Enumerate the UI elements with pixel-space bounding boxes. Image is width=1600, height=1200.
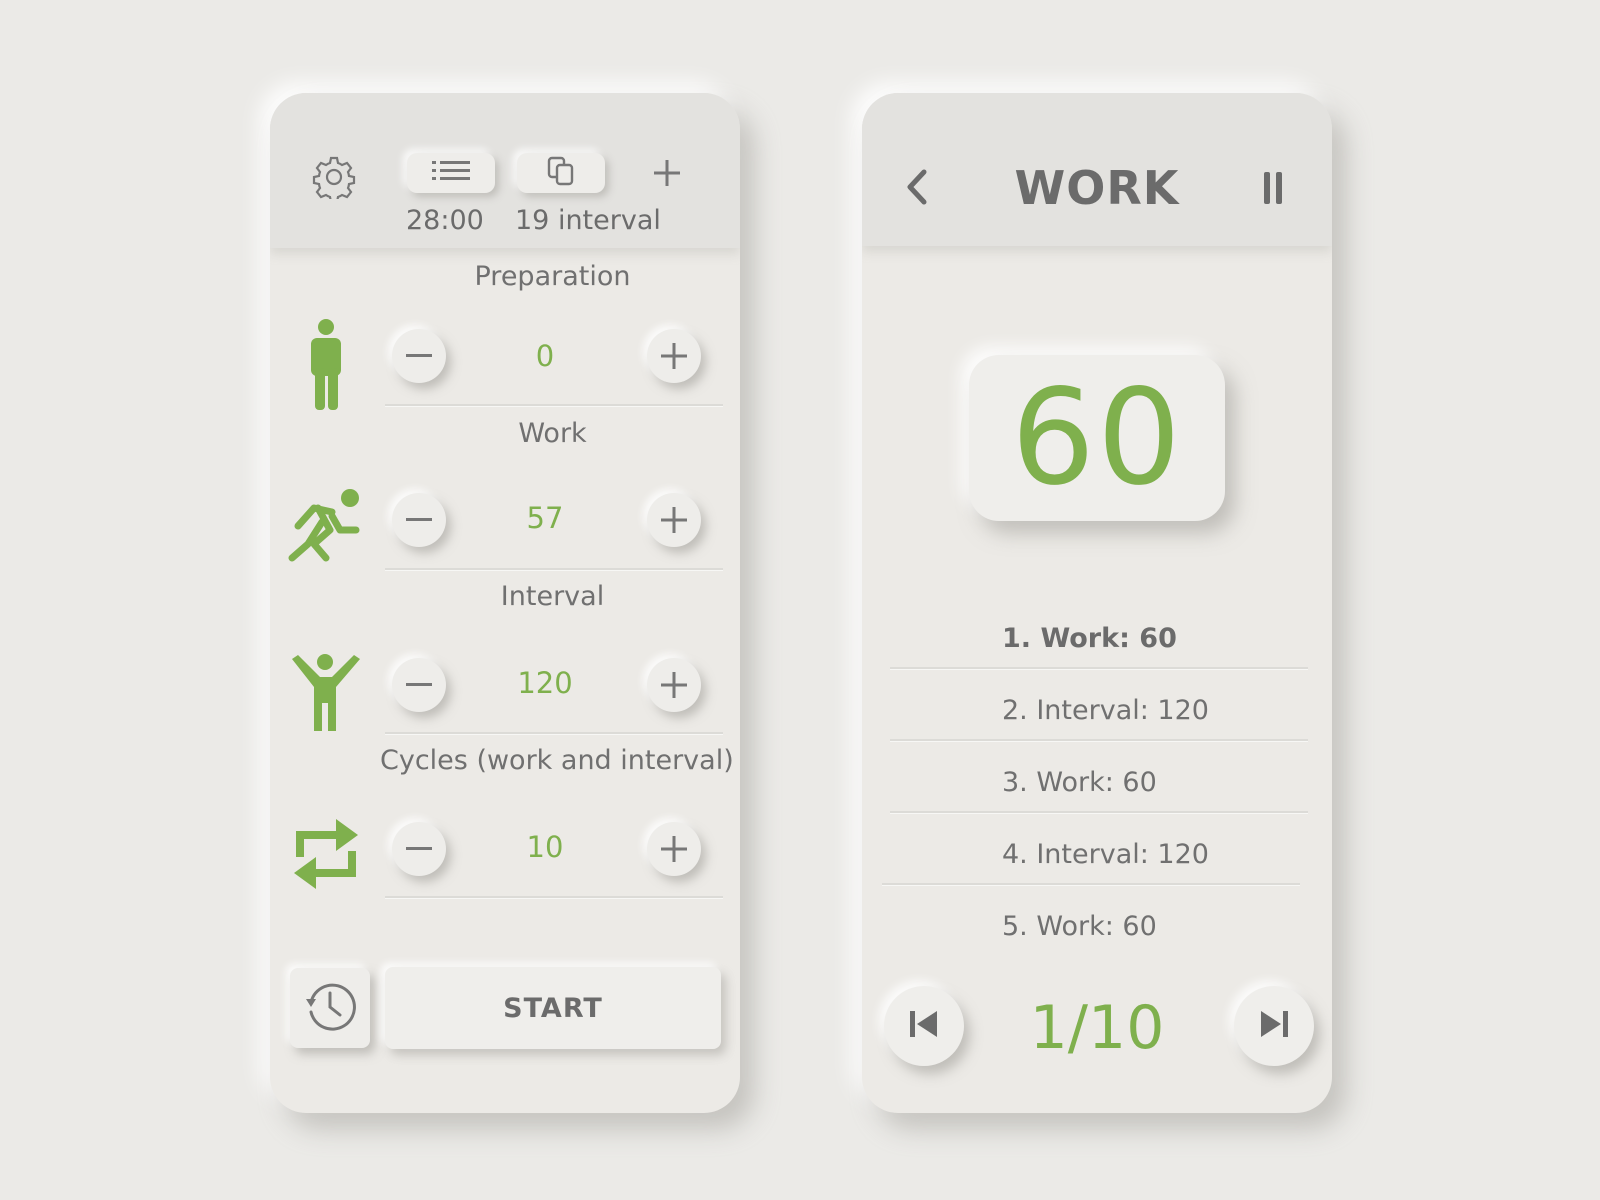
run-header: WORK	[862, 93, 1332, 246]
repeat-icon	[288, 815, 366, 907]
row-divider	[385, 404, 723, 407]
gear-icon[interactable]	[312, 155, 356, 204]
copy-icon	[547, 156, 575, 190]
setup-header: 28:00 19 interval	[270, 93, 740, 248]
sequence-divider	[882, 883, 1300, 886]
sequence-divider	[890, 667, 1308, 670]
start-button[interactable]: START	[385, 967, 721, 1049]
interval-label: Interval	[500, 581, 605, 612]
plus-icon[interactable]	[652, 158, 682, 188]
history-button[interactable]	[290, 968, 370, 1048]
arms-up-person-icon	[288, 653, 366, 745]
history-icon	[303, 979, 357, 1037]
standing-person-icon	[288, 318, 366, 410]
work-value[interactable]: 57	[450, 501, 640, 535]
cycles-plus-button[interactable]	[647, 822, 701, 876]
interval-count: 19 interval	[515, 205, 661, 236]
work-label: Work	[518, 418, 587, 449]
work-plus-button[interactable]	[647, 493, 701, 547]
cycles-label: Cycles (work and interval)	[380, 745, 734, 776]
preparation-value[interactable]: 0	[450, 339, 640, 373]
cycles-minus-button[interactable]	[392, 822, 446, 876]
list-icon	[432, 159, 470, 187]
sequence-item-1[interactable]: 1. Work: 60	[1002, 623, 1177, 654]
previous-button[interactable]	[884, 986, 964, 1066]
sequence-divider	[890, 811, 1308, 814]
sequence-item-2[interactable]: 2. Interval: 120	[1002, 695, 1209, 726]
running-person-icon	[288, 486, 366, 578]
tab-copy[interactable]	[517, 153, 605, 193]
back-icon[interactable]	[902, 166, 932, 208]
cycle-progress: 1/10	[1029, 993, 1165, 1063]
mode-title: WORK	[1014, 161, 1180, 215]
run-screen: WORK 60 1. Work: 60 2. Interval: 120 3. …	[862, 93, 1332, 1113]
interval-plus-button[interactable]	[647, 658, 701, 712]
interval-value[interactable]: 120	[450, 666, 640, 700]
cycles-value[interactable]: 10	[450, 830, 640, 864]
skip-previous-icon	[908, 1009, 940, 1043]
preparation-minus-button[interactable]	[392, 329, 446, 383]
sequence-item-4[interactable]: 4. Interval: 120	[1002, 839, 1209, 870]
preparation-label: Preparation	[474, 261, 631, 292]
pause-icon[interactable]	[1262, 168, 1286, 208]
interval-minus-button[interactable]	[392, 658, 446, 712]
sequence-item-3[interactable]: 3. Work: 60	[1002, 767, 1157, 798]
skip-next-icon	[1258, 1009, 1290, 1043]
sequence-item-5[interactable]: 5. Work: 60	[1002, 911, 1157, 942]
sequence-divider	[890, 739, 1308, 742]
next-button[interactable]	[1234, 986, 1314, 1066]
tab-list[interactable]	[407, 153, 495, 193]
total-time: 28:00	[406, 205, 484, 236]
row-divider	[385, 896, 723, 899]
setup-screen: 28:00 19 interval Preparation 0 Work 57 …	[270, 93, 740, 1113]
row-divider	[385, 732, 723, 735]
preparation-plus-button[interactable]	[647, 329, 701, 383]
timer-display: 60	[969, 355, 1225, 521]
row-divider	[385, 568, 723, 571]
work-minus-button[interactable]	[392, 493, 446, 547]
